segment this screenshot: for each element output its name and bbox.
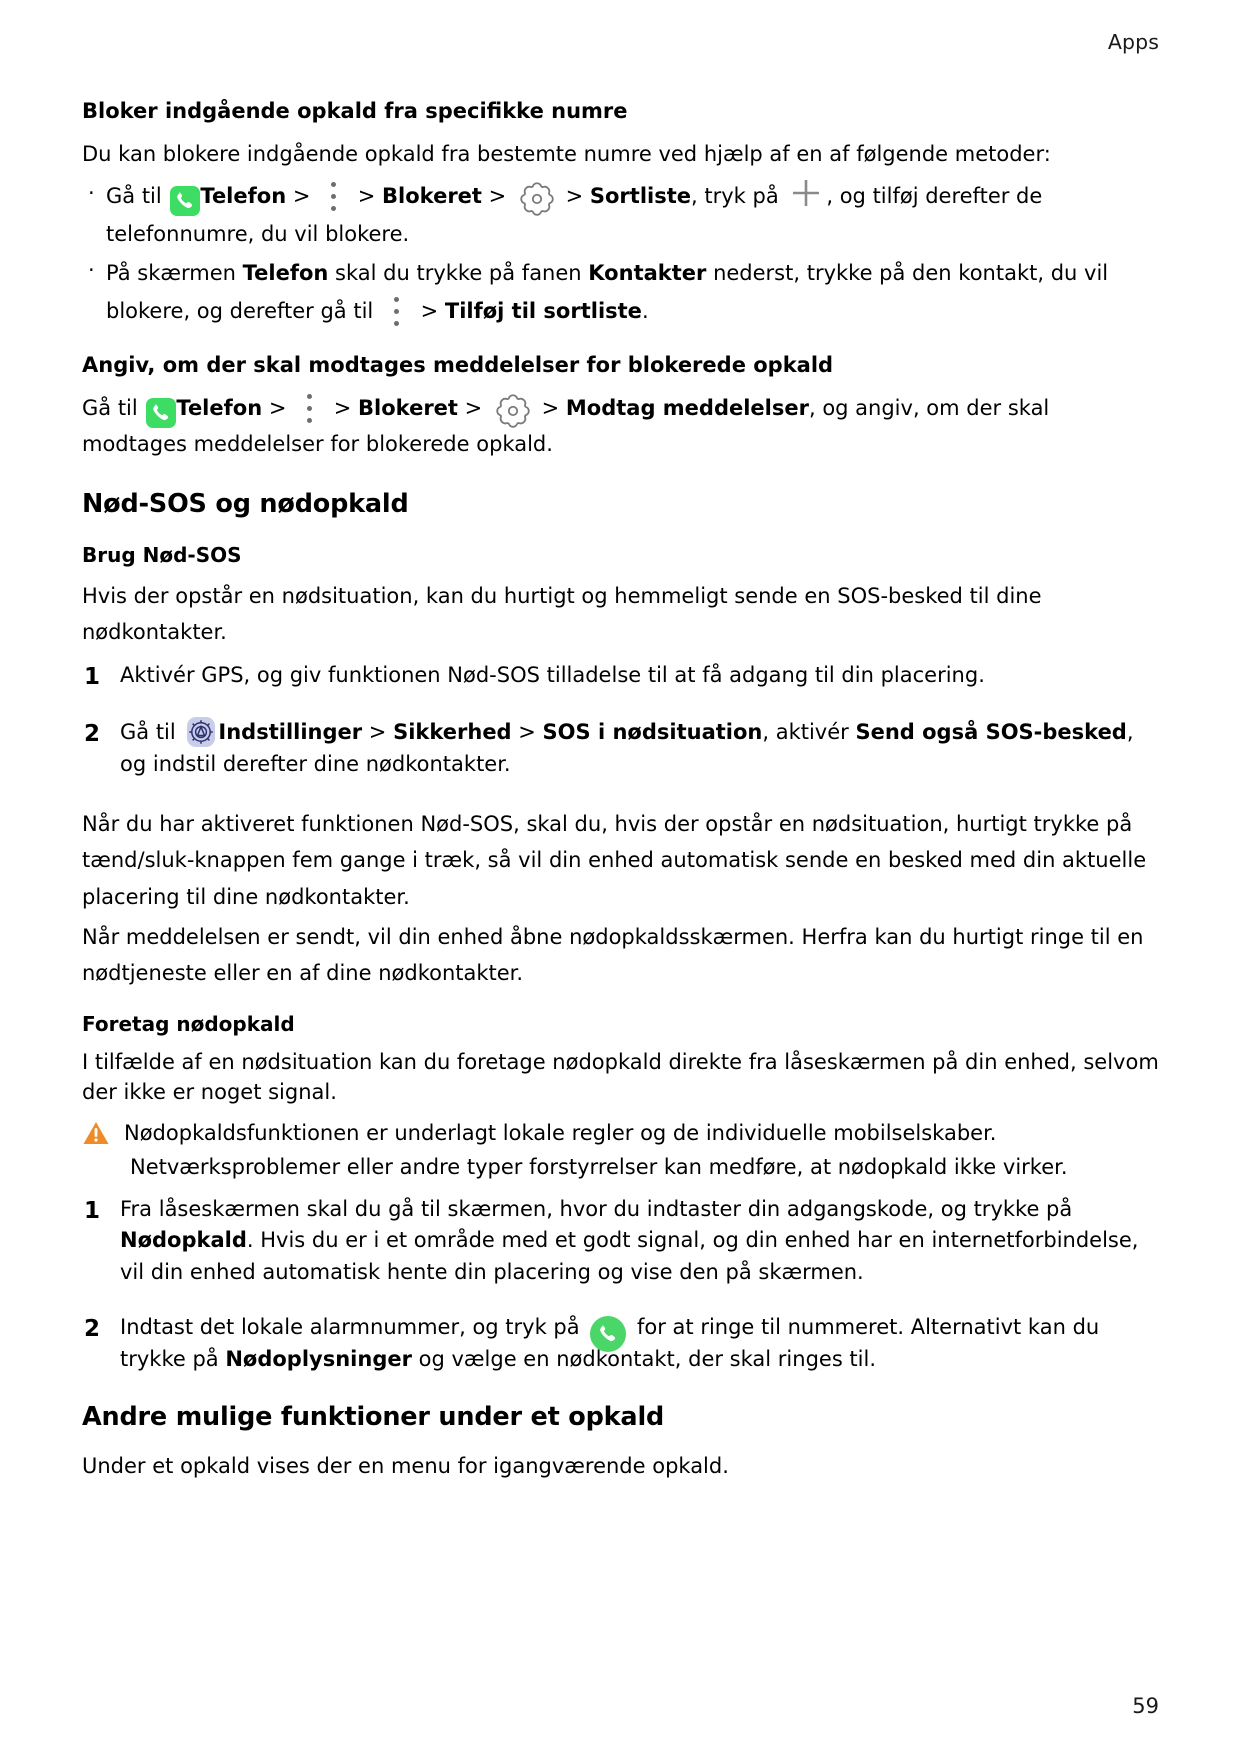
bold-phone-app: Telefon <box>200 184 287 209</box>
text-fragment: Indtast det lokale alarmnummer, og tryk … <box>120 1315 587 1340</box>
list-item: 2 Gå til Indstillinger > Sikkerhed > SOS … <box>82 716 1160 780</box>
step-text: Aktivér GPS, og giv funktionen Nød-SOS t… <box>120 662 985 687</box>
text-fragment: Gå til <box>120 720 183 745</box>
separator-gt: > <box>534 396 566 421</box>
document-page: Apps Bloker indgående opkald fra specifi… <box>0 0 1241 1754</box>
separator-gt: > <box>481 184 513 209</box>
phone-call-icon <box>590 1315 627 1352</box>
text-fragment: . <box>641 298 649 323</box>
paragraph-block-incoming-intro: Du kan blokere indgående opkald fra best… <box>82 142 1051 167</box>
separator-gt: > <box>457 396 489 421</box>
paragraph-sos-activated: Når du har aktiveret funktionen Nød-SOS,… <box>82 812 1147 909</box>
bold-blocked: Blokeret <box>382 184 482 209</box>
step-number: 1 <box>84 1197 101 1224</box>
list-item: 1 Aktivér GPS, og giv funktionen Nød-SOS … <box>82 660 1160 692</box>
separator-gt: > <box>262 396 294 421</box>
step-number: 1 <box>84 663 101 690</box>
settings-app-icon <box>185 716 217 754</box>
list-block-methods: Gå til Telefon > > Blokeret > > Sortlist… <box>82 175 1160 331</box>
step-number: 2 <box>84 721 101 748</box>
paragraph-receive-notifications: Gå til Telefon > > Blokeret > > Modtag m… <box>82 390 1160 462</box>
step-number: 2 <box>84 1316 101 1343</box>
page-number: 59 <box>1132 1694 1159 1718</box>
text-fragment: , aktivér <box>762 720 856 745</box>
bold-emergency-call: Nødopkald <box>120 1228 247 1253</box>
text-fragment: Gå til <box>82 396 145 421</box>
kebab-menu-icon <box>387 296 407 331</box>
separator-gt: > <box>413 298 445 323</box>
paragraph-other-functions: Under et opkald vises der en menu for ig… <box>82 1454 729 1479</box>
paragraph-sos-intro: Hvis der opstår en nødsituation, kan du … <box>82 583 1042 644</box>
page-content: Bloker indgående opkald fra specifikke n… <box>82 76 1160 1488</box>
bold-security: Sikkerhed <box>393 720 512 745</box>
paragraph-emergency-intro: I tilfælde af en nødsituation kan du for… <box>82 1049 1159 1105</box>
phone-app-icon <box>170 185 201 216</box>
bold-phone-app: Telefon <box>176 396 263 421</box>
text-fragment: skal du trykke på fanen <box>328 261 589 286</box>
bold-settings: Indstillinger <box>218 720 363 745</box>
separator-gt: > <box>286 184 318 209</box>
heading-make-emergency-call: Foretag nødopkald <box>82 1011 295 1036</box>
heading-use-sos: Brug Nød-SOS <box>82 542 242 567</box>
bold-contacts-tab: Kontakter <box>588 261 707 286</box>
text-fragment: På skærmen <box>106 261 243 286</box>
plus-icon <box>789 180 823 217</box>
separator-gt: > <box>558 184 590 209</box>
paragraph-sos-sent: Når meddelelsen er sendt, vil din enhed … <box>82 924 1144 985</box>
bold-phone-screen: Telefon <box>242 261 329 286</box>
warning-line-2: Netværksproblemer eller andre typer fors… <box>130 1154 1068 1179</box>
phone-app-icon <box>146 397 177 428</box>
kebab-menu-icon <box>300 394 320 428</box>
text-fragment: . Hvis du er i et område med et godt sig… <box>120 1228 1139 1284</box>
list-item: 1 Fra låseskærmen skal du gå til skærmen,… <box>82 1194 1160 1289</box>
bold-sos-emergency: SOS i nødsituation <box>542 720 763 745</box>
text-fragment: Gå til <box>106 184 169 209</box>
heading-block-incoming-calls: Bloker indgående opkald fra specifikke n… <box>82 99 628 123</box>
text-fragment: og vælge en nødkontakt, der skal ringes … <box>411 1346 877 1371</box>
list-sos-steps: 1 Aktivér GPS, og giv funktionen Nød-SOS … <box>82 660 1160 781</box>
separator-gt: > <box>327 396 359 421</box>
text-fragment: Fra låseskærmen skal du gå til skærmen, … <box>120 1196 1073 1221</box>
heading-other-functions-during-call: Andre mulige funktioner under et opkald <box>82 1402 665 1433</box>
warning-note: Nødopkaldsfunktionen er underlagt lokale… <box>82 1116 1160 1184</box>
gear-icon <box>518 182 556 219</box>
list-item: Gå til Telefon > > Blokeret > > Sortlist… <box>82 175 1160 253</box>
separator-gt: > <box>351 184 383 209</box>
bold-send-sos-message: Send også SOS-besked <box>855 720 1127 745</box>
gear-icon <box>494 394 532 431</box>
separator-gt: > <box>511 720 543 745</box>
bold-blocked: Blokeret <box>358 396 458 421</box>
bold-emergency-info: Nødoplysninger <box>225 1346 412 1371</box>
warning-icon <box>82 1120 110 1146</box>
separator-gt: > <box>362 720 394 745</box>
running-head: Apps <box>1107 30 1159 54</box>
list-item: 2 Indtast det lokale alarmnummer, og tryk… <box>82 1312 1160 1375</box>
bold-add-to-blacklist: Tilføj til sortliste <box>444 298 642 323</box>
bold-receive-notifications: Modtag meddelelser <box>565 396 809 421</box>
heading-sos-and-emergency-calls: Nød-SOS og nødopkald <box>82 489 409 520</box>
list-item: På skærmen Telefon skal du trykke på fan… <box>82 252 1160 331</box>
heading-blocked-call-notifications: Angiv, om der skal modtages meddelelser … <box>82 352 834 377</box>
kebab-menu-icon <box>324 182 344 216</box>
list-emergency-steps: 1 Fra låseskærmen skal du gå til skærmen,… <box>82 1194 1160 1376</box>
text-fragment: , tryk på <box>691 184 786 209</box>
warning-line-1: Nødopkaldsfunktionen er underlagt lokale… <box>124 1120 997 1145</box>
bold-blacklist: Sortliste <box>589 184 691 209</box>
